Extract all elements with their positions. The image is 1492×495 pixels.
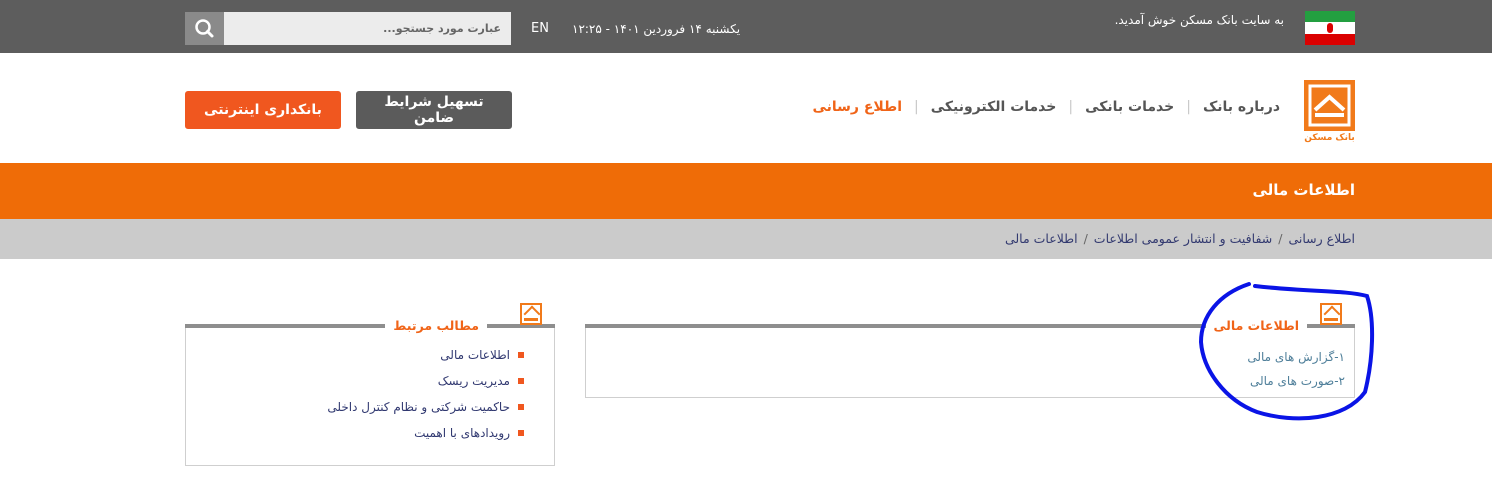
panel-header-line xyxy=(185,324,555,328)
bullet-icon xyxy=(518,378,524,384)
related-link-label: مدیریت ریسک xyxy=(437,374,510,388)
related-content-panel-title: مطالب مرتبط xyxy=(385,318,487,333)
date-time: یکشنبه ۱۴ فروردین ۱۴۰۱ - ۱۲:۲۵ xyxy=(572,22,741,36)
iran-flag-icon xyxy=(1305,11,1355,45)
nav-separator: | xyxy=(1068,99,1074,115)
language-switch-en[interactable]: EN xyxy=(531,21,549,36)
breadcrumb-item-information[interactable]: اطلاع رسانی xyxy=(1288,231,1355,246)
breadcrumb-item-financial-info[interactable]: اطلاعات مالی xyxy=(1005,231,1078,246)
page-title: اطلاعات مالی xyxy=(1252,181,1355,199)
search-input[interactable] xyxy=(224,12,511,45)
nav-separator: | xyxy=(1186,99,1191,115)
related-links-list: اطلاعات مالی مدیریت ریسک حاکمیت شرکتی و … xyxy=(327,342,524,446)
related-link-risk-management[interactable]: مدیریت ریسک xyxy=(327,368,524,394)
internet-banking-button[interactable]: بانکداری اینترنتی xyxy=(185,91,341,129)
bank-logo-icon xyxy=(1304,80,1355,131)
house-logo-icon xyxy=(520,303,542,325)
related-link-label: حاکمیت شرکتی و نظام کنترل داخلی xyxy=(327,400,510,414)
related-link-important-events[interactable]: رویدادهای با اهمیت xyxy=(327,420,524,446)
financial-info-panel xyxy=(585,325,1355,398)
welcome-text: به سایت بانک مسکن خوش آمدید. xyxy=(1114,13,1284,27)
breadcrumb-separator: / xyxy=(1278,231,1283,246)
guarantor-conditions-button[interactable]: تسهیل شرایط ضامن xyxy=(356,91,512,129)
related-link-label: اطلاعات مالی xyxy=(440,348,510,362)
main-nav: درباره بانک | خدمات بانکی | خدمات الکترو… xyxy=(800,99,1280,115)
logo-caption: بانک مسکن xyxy=(1304,133,1355,143)
nav-information[interactable]: اطلاع رسانی xyxy=(800,99,914,115)
house-logo-icon xyxy=(1320,303,1342,325)
bullet-icon xyxy=(518,352,524,358)
bullet-icon xyxy=(518,430,524,436)
financial-info-panel-title: اطلاعات مالی xyxy=(1205,318,1307,333)
bullet-icon xyxy=(518,404,524,410)
nav-electronic-services[interactable]: خدمات الکترونیکی xyxy=(919,99,1069,115)
breadcrumb: اطلاع رسانی / شفافیت و انتشار عمومی اطلا… xyxy=(1005,231,1355,246)
list-item-financial-reports[interactable]: ۱-گزارش های مالی xyxy=(1247,345,1345,369)
breadcrumb-separator: / xyxy=(1083,231,1088,246)
list-item-financial-statements[interactable]: ۲-صورت های مالی xyxy=(1247,369,1345,393)
breadcrumb-item-transparency[interactable]: شفافیت و انتشار عمومی اطلاعات xyxy=(1094,231,1272,246)
nav-separator: | xyxy=(914,99,919,115)
related-link-financial-info[interactable]: اطلاعات مالی xyxy=(327,342,524,368)
related-link-label: رویدادهای با اهمیت xyxy=(414,426,510,440)
search-icon xyxy=(195,19,214,38)
nav-banking-services[interactable]: خدمات بانکی xyxy=(1073,99,1186,115)
nav-about-bank[interactable]: درباره بانک xyxy=(1191,99,1280,115)
financial-report-list: ۱-گزارش های مالی ۲-صورت های مالی xyxy=(1247,345,1345,393)
related-link-corporate-governance[interactable]: حاکمیت شرکتی و نظام کنترل داخلی xyxy=(327,394,524,420)
search-button[interactable] xyxy=(185,12,224,45)
bank-logo[interactable]: بانک مسکن xyxy=(1304,80,1355,148)
